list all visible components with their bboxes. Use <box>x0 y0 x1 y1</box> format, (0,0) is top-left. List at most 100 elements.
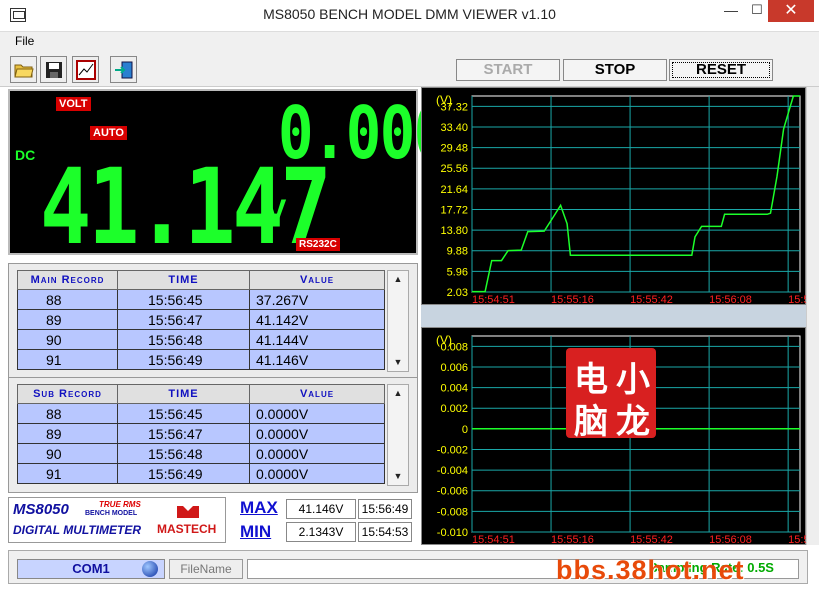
row-index: 90 <box>17 443 118 464</box>
x-tick-label: 15:56:08 <box>709 534 752 546</box>
y-tick-label: -0.010 <box>437 527 468 539</box>
y-tick-label: 0 <box>462 424 468 436</box>
table-row[interactable]: 91 15:56:49 41.146V <box>17 349 385 370</box>
column-header: Value <box>249 384 385 404</box>
row-time: 15:56:48 <box>117 443 250 464</box>
y-tick-label: 13.80 <box>440 225 468 237</box>
min-label: MIN <box>240 522 272 541</box>
chart-scrollbar[interactable] <box>806 87 819 545</box>
min-time: 15:54:53 <box>358 522 412 542</box>
y-tick-label: 25.56 <box>440 163 468 175</box>
meter-display: VOLT AUTO DC 0.0000 41.147 V RS232C <box>8 89 483 268</box>
row-time: 15:56:47 <box>117 423 250 444</box>
table-row[interactable]: 90 15:56:48 41.144V <box>17 329 385 350</box>
graph-settings-icon[interactable] <box>72 56 99 83</box>
table-row[interactable]: 91 15:56:49 0.0000V <box>17 463 385 484</box>
unit-label: V <box>265 193 287 229</box>
table-row[interactable]: 88 15:56:45 37.267V <box>17 289 385 310</box>
maximize-button[interactable]: ☐ <box>746 0 768 22</box>
row-index: 89 <box>17 309 118 330</box>
logo-true-rms: TRUE RMS <box>99 500 141 509</box>
y-tick-label: -0.002 <box>437 444 468 456</box>
site-watermark: bbs.38hot.net <box>556 555 745 585</box>
main-record-panel: Main Record TIME Value 88 15:56:45 37.267V… <box>8 263 418 379</box>
y-tick-label: -0.006 <box>437 486 468 498</box>
exit-icon[interactable] <box>110 56 137 83</box>
auto-badge: AUTO <box>90 126 127 140</box>
y-tick-label: -0.008 <box>437 506 468 518</box>
save-icon[interactable] <box>40 56 67 83</box>
row-value: 0.0000V <box>249 423 385 444</box>
plot-frame <box>471 95 801 293</box>
y-tick-label: 0.008 <box>440 341 468 353</box>
x-tick-label: 15:55:42 <box>630 534 673 546</box>
min-value: 2.1343V <box>286 522 356 542</box>
logo-subtitle: DIGITAL MULTIMETER <box>13 523 141 537</box>
menu-file[interactable]: File <box>15 34 34 48</box>
y-tick-label: 5.96 <box>447 266 468 278</box>
main-record-table: Main Record TIME Value 88 15:56:45 37.267V… <box>17 270 385 370</box>
minimize-button[interactable]: — <box>716 0 746 22</box>
connection-led-icon <box>142 561 158 577</box>
rs232-badge: RS232C <box>296 238 340 251</box>
y-tick-label: 17.72 <box>440 204 468 216</box>
y-tick-label: 9.88 <box>447 246 468 258</box>
table-row[interactable]: 88 15:56:45 0.0000V <box>17 403 385 424</box>
logo-brand: MASTECH <box>157 522 217 536</box>
main-record-scrollbar[interactable]: ▲ ▼ <box>387 270 409 372</box>
scroll-up-icon[interactable]: ▲ <box>388 271 408 288</box>
max-min-panel: MAX 41.146V 15:56:49 MIN 2.1343V 15:54:5… <box>232 497 418 545</box>
sub-record-scrollbar[interactable]: ▲ ▼ <box>387 384 409 486</box>
row-time: 15:56:49 <box>117 349 250 370</box>
row-index: 91 <box>17 463 118 484</box>
row-index: 88 <box>17 289 118 310</box>
sub-record-table: Sub Record TIME Value 88 15:56:45 0.0000V … <box>17 384 385 484</box>
x-tick-label: 15:55:16 <box>551 534 594 546</box>
sub-record-panel: Sub Record TIME Value 88 15:56:45 0.0000V … <box>8 377 418 493</box>
max-time: 15:56:49 <box>358 499 412 519</box>
y-tick-label: 29.48 <box>440 143 468 155</box>
row-index: 91 <box>17 349 118 370</box>
menu-bar: File <box>0 32 819 51</box>
y-tick-label: 21.64 <box>440 184 468 196</box>
row-index: 89 <box>17 423 118 444</box>
row-value: 37.267V <box>249 289 385 310</box>
mastech-brand-logo: MASTECH <box>155 500 221 540</box>
y-tick-label: 0.004 <box>440 383 468 395</box>
max-label: MAX <box>240 498 278 517</box>
start-button[interactable]: START <box>456 59 560 81</box>
reset-button[interactable]: RESET <box>669 59 773 81</box>
max-value: 41.146V <box>286 499 356 519</box>
logo-model: MS8050 <box>13 501 69 518</box>
x-tick-label: 15:56:35 <box>788 534 807 546</box>
scroll-down-icon[interactable]: ▼ <box>388 468 408 485</box>
y-tick-label: -0.004 <box>437 465 468 477</box>
scroll-down-icon[interactable]: ▼ <box>388 354 408 371</box>
table-row[interactable]: 89 15:56:47 41.142V <box>17 309 385 330</box>
series-trace <box>472 95 800 293</box>
volt-badge: VOLT <box>56 97 91 111</box>
row-value: 0.0000V <box>249 463 385 484</box>
y-tick-label: 33.40 <box>440 122 468 134</box>
close-button[interactable]: ✕ <box>768 0 814 22</box>
column-header: TIME <box>117 270 250 290</box>
column-header: Main Record <box>17 270 118 290</box>
scroll-up-icon[interactable]: ▲ <box>388 385 408 402</box>
main-chart-svg: (V)37.3233.4029.4825.5621.6417.7213.809.… <box>436 93 819 306</box>
row-time: 15:56:45 <box>117 403 250 424</box>
table-row[interactable]: 89 15:56:47 0.0000V <box>17 423 385 444</box>
row-value: 41.146V <box>249 349 385 370</box>
row-value: 0.0000V <box>249 403 385 424</box>
row-time: 15:56:48 <box>117 329 250 350</box>
filename-label[interactable]: FileName <box>169 559 243 579</box>
chart-divider <box>421 305 806 327</box>
table-row[interactable]: 90 15:56:48 0.0000V <box>17 443 385 464</box>
x-tick-label: 15:54:51 <box>472 534 515 546</box>
title-bar: MS8050 BENCH MODEL DMM VIEWER v1.10 — ☐ … <box>0 0 819 32</box>
y-tick-label: 0.002 <box>440 403 468 415</box>
row-time: 15:56:45 <box>117 289 250 310</box>
stop-button[interactable]: STOP <box>563 59 667 81</box>
column-header: Value <box>249 270 385 290</box>
logo-bench-model: BENCH MODEL <box>85 510 138 517</box>
open-folder-icon[interactable] <box>10 56 37 83</box>
